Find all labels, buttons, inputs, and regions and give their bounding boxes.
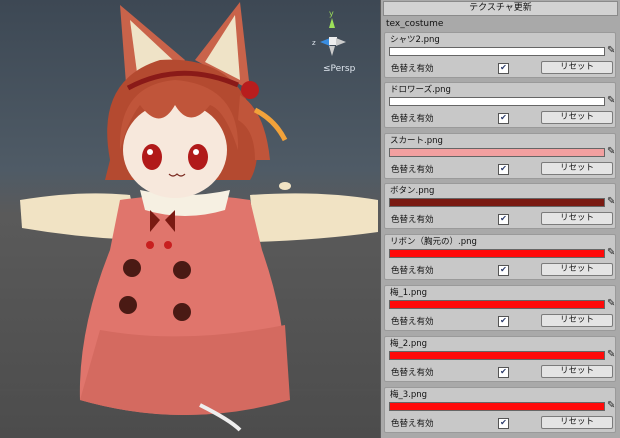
reset-button[interactable]: リセット bbox=[541, 263, 613, 276]
section-label: tex_costume bbox=[386, 19, 444, 29]
enable-checkbox[interactable]: ✔ bbox=[498, 265, 509, 276]
texture-name: ボタン.png bbox=[390, 186, 435, 196]
texture-name: 梅_2.png bbox=[390, 339, 428, 349]
reset-button[interactable]: リセット bbox=[541, 162, 613, 175]
color-field[interactable] bbox=[389, 47, 605, 56]
texture-entry: 梅_1.png ✎ 色替え有効 ✔ リセット bbox=[384, 285, 616, 331]
reset-button[interactable]: リセット bbox=[541, 111, 613, 124]
texture-entry: ボタン.png ✎ 色替え有効 ✔ リセット bbox=[384, 183, 616, 229]
texture-name: 梅_1.png bbox=[390, 288, 428, 298]
color-field[interactable] bbox=[389, 351, 605, 360]
eyedropper-icon[interactable]: ✎ bbox=[607, 95, 616, 106]
reset-button[interactable]: リセット bbox=[541, 416, 613, 429]
texture-entry: シャツ2.png ✎ 色替え有効 ✔ リセット bbox=[384, 32, 616, 78]
enable-label: 色替え有効 bbox=[391, 165, 434, 175]
enable-checkbox[interactable]: ✔ bbox=[498, 113, 509, 124]
reset-button[interactable]: リセット bbox=[541, 314, 613, 327]
enable-checkbox[interactable]: ✔ bbox=[498, 214, 509, 225]
eyedropper-icon[interactable]: ✎ bbox=[607, 45, 616, 56]
color-field[interactable] bbox=[389, 300, 605, 309]
texture-name: 梅_3.png bbox=[390, 390, 428, 400]
reset-button[interactable]: リセット bbox=[541, 212, 613, 225]
texture-name: リボン（胸元の）.png bbox=[390, 237, 477, 247]
panel-title: テクスチャ更新 bbox=[383, 1, 618, 16]
color-field[interactable] bbox=[389, 97, 605, 106]
texture-name: シャツ2.png bbox=[390, 35, 440, 45]
enable-checkbox[interactable]: ✔ bbox=[498, 316, 509, 327]
reset-button[interactable]: リセット bbox=[541, 365, 613, 378]
enable-checkbox[interactable]: ✔ bbox=[498, 418, 509, 429]
texture-name: ドロワーズ.png bbox=[390, 85, 451, 95]
color-field[interactable] bbox=[389, 148, 605, 157]
texture-entry: スカート.png ✎ 色替え有効 ✔ リセット bbox=[384, 133, 616, 179]
eyedropper-icon[interactable]: ✎ bbox=[607, 298, 616, 309]
enable-label: 色替え有効 bbox=[391, 266, 434, 276]
eyedropper-icon[interactable]: ✎ bbox=[607, 146, 616, 157]
eyedropper-icon[interactable]: ✎ bbox=[607, 400, 616, 411]
enable-checkbox[interactable]: ✔ bbox=[498, 164, 509, 175]
eyedropper-icon[interactable]: ✎ bbox=[607, 247, 616, 258]
eyedropper-icon[interactable]: ✎ bbox=[607, 349, 616, 360]
enable-label: 色替え有効 bbox=[391, 215, 434, 225]
eyedropper-icon[interactable]: ✎ bbox=[607, 196, 616, 207]
texture-entry: 梅_2.png ✎ 色替え有効 ✔ リセット bbox=[384, 336, 616, 382]
enable-checkbox[interactable]: ✔ bbox=[498, 63, 509, 74]
projection-label[interactable]: ≤Persp bbox=[323, 64, 355, 74]
gizmo-z-label: z bbox=[312, 39, 316, 47]
axis-gizmo-icon[interactable]: y z bbox=[312, 8, 360, 64]
enable-label: 色替え有効 bbox=[391, 64, 434, 74]
enable-label: 色替え有効 bbox=[391, 368, 434, 378]
color-field[interactable] bbox=[389, 249, 605, 258]
enable-label: 色替え有効 bbox=[391, 317, 434, 327]
enable-label: 色替え有効 bbox=[391, 419, 434, 429]
color-field[interactable] bbox=[389, 198, 605, 207]
texture-entry: リボン（胸元の）.png ✎ 色替え有効 ✔ リセット bbox=[384, 234, 616, 280]
scene-view[interactable]: y z ≤Persp bbox=[0, 0, 380, 438]
color-field[interactable] bbox=[389, 402, 605, 411]
texture-entry: ドロワーズ.png ✎ 色替え有効 ✔ リセット bbox=[384, 82, 616, 128]
gizmo-y-label: y bbox=[329, 9, 334, 18]
enable-checkbox[interactable]: ✔ bbox=[498, 367, 509, 378]
texture-entry: 梅_3.png ✎ 色替え有効 ✔ リセット bbox=[384, 387, 616, 433]
texture-update-panel: テクスチャ更新 tex_costume シャツ2.png ✎ 色替え有効 ✔ リ… bbox=[380, 0, 620, 438]
texture-name: スカート.png bbox=[390, 136, 443, 146]
reset-button[interactable]: リセット bbox=[541, 61, 613, 74]
enable-label: 色替え有効 bbox=[391, 114, 434, 124]
